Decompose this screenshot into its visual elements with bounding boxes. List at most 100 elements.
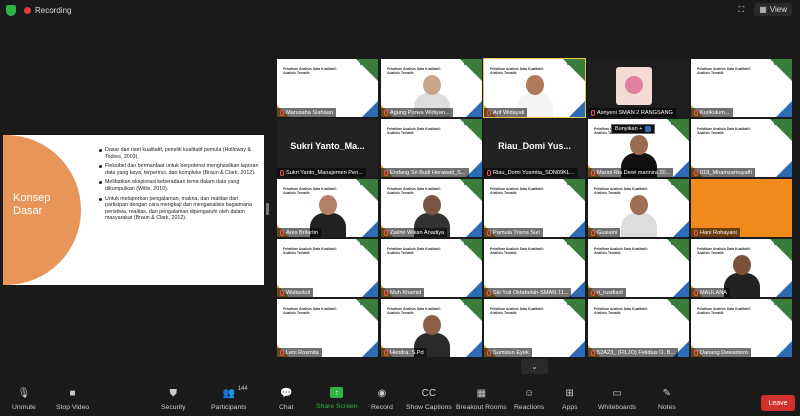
participant-name: Sukri Yanto_Manajemen Pen...	[277, 168, 366, 177]
participant-tile[interactable]: Pelatihan Analisis Data Kualitatif:Anali…	[484, 239, 585, 297]
record-button[interactable]: ◉ Record	[371, 387, 393, 412]
participant-name: Pamula Trisna Suri	[484, 228, 544, 237]
recording-indicator[interactable]: Recording	[24, 6, 71, 15]
participant-tile[interactable]: Pelatihan Analisis Data Kualitatif:Anali…	[588, 179, 689, 237]
whiteboard-icon: ▭	[612, 387, 622, 399]
whiteboards-button[interactable]: ▭ Whiteboards	[598, 387, 636, 412]
page-down-button[interactable]: ⌄	[521, 359, 548, 374]
participant-tile[interactable]: Pelatihan Analisis Data Kualitatif:Anali…	[381, 119, 482, 177]
participant-name-label: ri_rusdiadi	[597, 289, 623, 296]
apps-button[interactable]: ⊞ Apps	[562, 387, 578, 412]
participant-name: Siti Yuli Oktabelah-SMAN 11...	[484, 288, 572, 297]
participant-name-label: Hendra, S.Pd	[390, 349, 424, 356]
participant-tile[interactable]: Hani Rohayani	[691, 179, 792, 237]
reactions-label: Reactions	[514, 404, 545, 411]
apps-icon: ⊞	[565, 387, 574, 399]
participant-tile[interactable]: Pelatihan Analisis Data Kualitatif:Anali…	[691, 119, 792, 177]
breakout-rooms-button[interactable]: ▦ Breakout Rooms	[456, 387, 507, 412]
mic-muted-icon	[384, 169, 388, 176]
decor-shape	[673, 221, 689, 237]
participant-tile[interactable]: Pelatihan Analisis Data Kualitatif:Anali…	[381, 59, 482, 117]
stop-video-button[interactable]: ■ Stop Video	[56, 387, 89, 412]
thumb-title: Pelatihan Analisis Data Kualitatif:Anali…	[594, 307, 648, 315]
participant-name-label: Sumisun Eyek	[493, 349, 529, 356]
unmute-button[interactable]: 🎙 Unmute	[12, 387, 36, 412]
decor-shape	[776, 281, 792, 297]
participant-tile[interactable]: Pelatihan Analisis Data Kualitatif:Anali…	[483, 58, 586, 118]
share-screen-button[interactable]: ↑ Share Screen	[316, 387, 358, 410]
resize-handle[interactable]	[266, 203, 269, 215]
thumb-title: Pelatihan Analisis Data Kualitatif:Anali…	[283, 247, 337, 255]
decor-shape	[563, 179, 585, 201]
participant-name-label: Leni Rosmita	[286, 349, 319, 356]
participant-tile[interactable]: Pelatihan Analisis Data Kualitatif:Anali…	[484, 299, 585, 357]
reactions-button[interactable]: ☺ Reactions	[514, 387, 545, 412]
participant-name-label: Marini Ria Dewi marinira.20...	[597, 169, 671, 176]
participant-name-label: Widiastuti	[286, 289, 311, 296]
breakout-rooms-label: Breakout Rooms	[456, 404, 507, 411]
participant-tile[interactable]: Pelatihan Analisis Data Kualitatif:Anali…	[691, 59, 792, 117]
participant-name-label: Riau_Domi Yusmita_SDN09KL...	[493, 169, 575, 176]
fullscreen-icon[interactable]: ⛶	[739, 5, 745, 15]
thumb-title: Pelatihan Analisis Data Kualitatif:Anali…	[283, 67, 337, 75]
chat-button[interactable]: 💬 Chat	[279, 387, 294, 412]
participant-tile[interactable]: Pelatihan Analisis Data Kualitatif:Anali…	[381, 179, 482, 237]
slide-title: Konsep Dasar	[13, 192, 50, 218]
mic-muted-icon	[384, 289, 388, 296]
tooltip-badge-icon	[645, 126, 652, 132]
mic-muted-icon	[591, 169, 595, 176]
decor-shape	[466, 221, 482, 237]
participant-tile[interactable]: Pelatihan Analisis Data Kualitatif:Anali…	[588, 299, 689, 357]
participant-tile[interactable]: Pelatihan Analisis Data Kualitatif:Anali…	[484, 179, 585, 237]
notes-button[interactable]: ✎ Notes	[658, 387, 676, 412]
participant-name: Marusaha Siahaan	[277, 108, 336, 117]
decor-shape	[667, 119, 689, 141]
participant-tile[interactable]: Pelatihan Analisis Data Kualitatif:Anali…	[588, 239, 689, 297]
leave-button[interactable]: Leave	[761, 395, 795, 411]
mic-muted-icon	[487, 289, 491, 296]
recording-label: Recording	[35, 5, 72, 15]
participant-tile[interactable]: Pelatihan Analisis Data Kualitatif:Anali…	[277, 59, 378, 117]
view-label: View	[769, 5, 787, 14]
participant-tile[interactable]: Pelatihan Analisis Data Kualitatif:Anali…	[381, 299, 482, 357]
participant-tile[interactable]: Pelatihan Analisis Data Kualitatif:Anali…	[691, 299, 792, 357]
mic-muted-icon	[591, 349, 595, 356]
participant-tile[interactable]: Pelatihan Analisis Data Kualitatif:Anali…	[277, 299, 378, 357]
mic-muted-icon	[591, 289, 595, 296]
record-label: Record	[371, 404, 393, 411]
security-button[interactable]: ⛊ Security	[161, 387, 186, 412]
mic-muted-icon	[591, 229, 595, 236]
decor-shape	[770, 299, 792, 321]
unmute-label: Unmute	[12, 404, 36, 411]
show-captions-button[interactable]: CC Show Captions	[406, 387, 452, 412]
decor-shape	[460, 119, 482, 141]
decor-shape	[460, 59, 482, 81]
mic-muted-icon	[694, 349, 698, 356]
thumb-title: Pelatihan Analisis Data Kualitatif:Anali…	[387, 127, 441, 135]
decor-shape	[673, 161, 689, 177]
mic-muted-icon	[384, 109, 388, 116]
participant-tile[interactable]: Asriyeni SMAN 2 RANGSANG	[588, 59, 689, 117]
view-button[interactable]: ▦ View	[754, 3, 792, 16]
participant-name: Muh Khamid	[381, 288, 425, 297]
thumb-title: Pelatihan Analisis Data Kualitatif:Anali…	[490, 247, 544, 255]
participant-tile[interactable]: Sukri Yanto_Ma... Sukri Yanto_Manajemen P…	[277, 119, 378, 177]
decor-shape	[466, 281, 482, 297]
participant-big-name: Sukri Yanto_Ma...	[290, 141, 365, 151]
participant-tile[interactable]: Pelatihan Analisis Data Kualitatif:Anali…	[381, 239, 482, 297]
video-camera-icon: ■	[69, 387, 76, 399]
apps-label: Apps	[562, 404, 578, 411]
participant-tile[interactable]: Riau_Domi Yus... Riau_Domi Yusmita_SDN09K…	[484, 119, 585, 177]
decor-shape	[356, 59, 378, 81]
participants-button[interactable]: 👥 144 Participants	[211, 386, 248, 411]
participant-name: Ares Brilartin	[277, 228, 322, 237]
decor-shape	[460, 179, 482, 201]
chat-label: Chat	[279, 404, 294, 411]
decor-shape	[356, 179, 378, 201]
participant-tile[interactable]: Pelatihan Analisis Data Kualitatif:Anali…	[277, 179, 378, 237]
participant-name-label: Agung Purwa Widiyan...	[390, 109, 450, 116]
participant-tile[interactable]: Pelatihan Analisis Data Kualitatif:Anali…	[691, 239, 792, 297]
participant-tile[interactable]: Pelatihan Analisis Data Kualitatif:Anali…	[277, 239, 378, 297]
shield-icon[interactable]	[6, 4, 16, 16]
participants-label: Participants	[211, 404, 247, 411]
